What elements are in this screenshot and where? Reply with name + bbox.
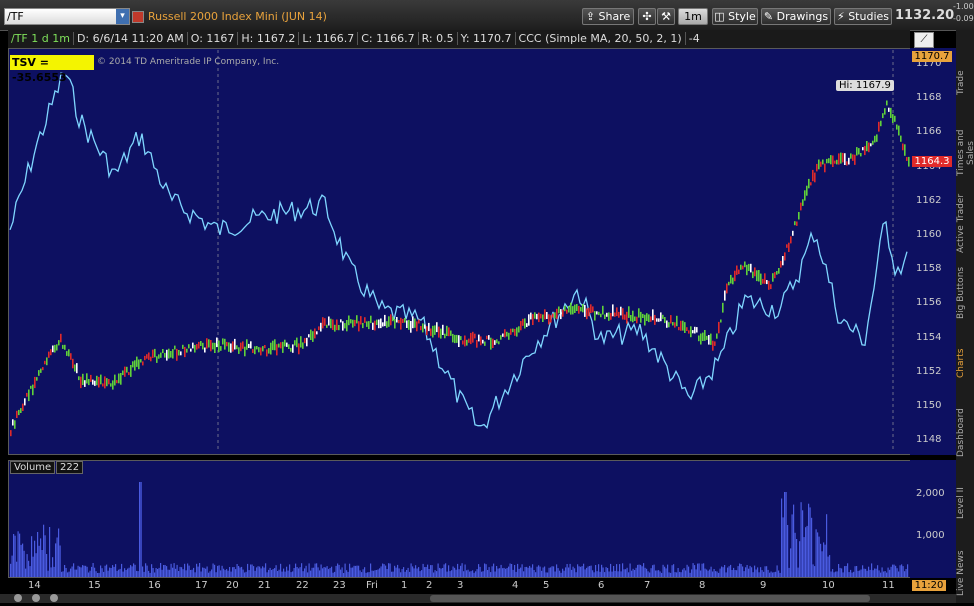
zoom-in-icon[interactable]	[32, 594, 40, 602]
time-tick-label: 22	[296, 580, 309, 591]
time-tick-label: 8	[699, 580, 706, 591]
time-axis: 14 15 16 17 20 21 22 23 Fri 1 2 3 4 5 6 7 8 9 10 11	[8, 578, 911, 594]
current-time-tag: 11:20	[912, 580, 946, 591]
sidebar-tab[interactable]: Charts	[956, 330, 974, 396]
time-tick-label: 5	[543, 580, 550, 591]
sidebar-tab[interactable]: Live News	[956, 540, 974, 606]
high-label: Hi: 1167.9	[836, 80, 894, 91]
time-tick-label: 1	[401, 580, 408, 591]
sidebar-tab[interactable]: Big Buttons	[956, 260, 974, 326]
time-tick-label: 21	[258, 580, 271, 591]
reset-zoom-icon[interactable]	[50, 594, 58, 602]
tsv-study-label[interactable]: TSV = -35.6553	[10, 55, 94, 84]
time-tick-label: 11	[882, 580, 895, 591]
time-tick-label: 7	[644, 580, 651, 591]
copyright-text: © 2014 TD Ameritrade IP Company, Inc.	[97, 57, 280, 67]
volume-label[interactable]: Volume	[10, 461, 56, 474]
chart-svg	[9, 50, 910, 577]
current-price-tag: 1164.3	[912, 156, 952, 167]
sidebar-tab[interactable]: Times and Sales	[956, 120, 974, 186]
time-tick-label: 15	[88, 580, 101, 591]
time-tick-label: Fri	[366, 580, 378, 591]
time-tick-label: 17	[195, 580, 208, 591]
time-tick-label: 2	[426, 580, 433, 591]
time-tick-label: 3	[457, 580, 464, 591]
sidebar-tab[interactable]: Active Trader	[956, 190, 974, 256]
bottom-scrollbar[interactable]	[0, 594, 974, 603]
scrollbar-thumb[interactable]	[430, 595, 870, 602]
time-tick-label: 20	[226, 580, 239, 591]
volume-value: 222	[56, 461, 84, 474]
time-tick-label: 23	[333, 580, 346, 591]
time-tick-label: 6	[598, 580, 605, 591]
sidebar-tab[interactable]: Trade	[956, 50, 974, 116]
last-price-tag: 1170.7	[912, 51, 952, 62]
time-tick-label: 16	[148, 580, 161, 591]
right-sidebar: Trade Times and Sales Active Trader Big But…	[956, 30, 974, 603]
sidebar-tab[interactable]: Dashboard	[956, 400, 974, 466]
time-tick-label: 4	[512, 580, 519, 591]
sidebar-tab[interactable]: Level II	[956, 470, 974, 536]
time-tick-label: 9	[760, 580, 767, 591]
time-tick-label: 14	[28, 580, 41, 591]
zoom-out-icon[interactable]	[14, 594, 22, 602]
time-tick-label: 10	[822, 580, 835, 591]
